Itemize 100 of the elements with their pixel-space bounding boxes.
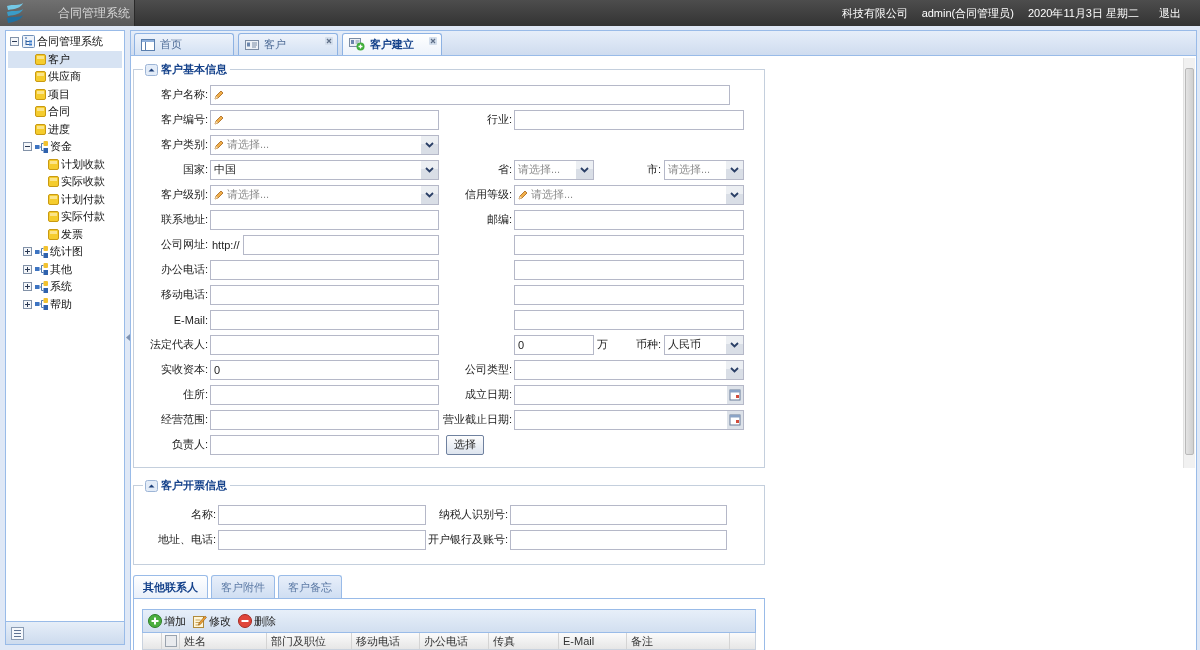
column-header[interactable]: 部门及职位 <box>267 633 352 649</box>
tree-item[interactable]: 合同管理系统 <box>8 33 122 51</box>
text-field[interactable] <box>210 309 439 330</box>
field-label: 公司类型: <box>464 362 512 377</box>
text-field[interactable] <box>210 334 439 355</box>
text-field[interactable] <box>210 84 730 105</box>
tree-item[interactable]: 其他 <box>8 260 122 278</box>
section-title: 客户基本信息 <box>161 62 227 77</box>
text-field[interactable] <box>210 434 439 455</box>
tree-item[interactable]: 帮助 <box>8 295 122 313</box>
logout-link[interactable]: 退出 <box>1159 5 1181 21</box>
scrollbar-thumb[interactable] <box>1185 68 1194 455</box>
field-label: 地址、电话: <box>157 532 216 547</box>
edit-button[interactable]: 修改 <box>193 613 231 629</box>
plus-box-icon[interactable] <box>23 247 32 257</box>
collapse-icon[interactable] <box>145 63 158 76</box>
select-field[interactable]: 请选择... <box>210 134 439 155</box>
field-label: 市: <box>646 162 661 177</box>
list-icon[interactable] <box>11 626 24 640</box>
date-field[interactable] <box>514 384 744 405</box>
text-field[interactable] <box>210 409 439 430</box>
field-label: 行业: <box>486 112 512 127</box>
close-icon[interactable] <box>429 37 437 45</box>
tree-item[interactable]: 资金 <box>8 138 122 156</box>
tree-item[interactable]: 计划付款 <box>8 190 122 208</box>
text-field[interactable] <box>514 309 744 330</box>
select-field[interactable]: 请选择... <box>664 159 744 180</box>
tab[interactable]: 客户附件 <box>211 575 275 598</box>
field-label: 开户银行及账号: <box>427 532 508 547</box>
close-icon[interactable] <box>325 37 333 45</box>
tree-item[interactable]: 实际收款 <box>8 173 122 191</box>
minus-box-icon[interactable] <box>10 37 19 47</box>
text-field[interactable] <box>210 209 439 230</box>
text-field[interactable] <box>514 234 744 255</box>
column-header[interactable]: 办公电话 <box>420 633 489 649</box>
tab[interactable]: 其他联系人 <box>133 575 208 598</box>
text-field[interactable] <box>218 504 426 525</box>
field-label: 国家: <box>182 162 208 177</box>
select-field[interactable] <box>514 359 744 380</box>
company-name: 科技有限公司 <box>841 5 908 21</box>
text-field[interactable] <box>210 384 439 405</box>
tab[interactable]: 客户备忘 <box>278 575 342 598</box>
tree-item[interactable]: 客户 <box>8 50 122 68</box>
select-field[interactable]: 中国 <box>210 159 439 180</box>
pencil-icon <box>214 114 224 125</box>
column-header[interactable]: E-Mail <box>559 633 627 649</box>
tree-item[interactable]: 发票 <box>8 225 122 243</box>
card-plus-icon <box>349 38 365 51</box>
window-icon <box>141 38 155 51</box>
column-header[interactable]: 传真 <box>489 633 559 649</box>
plus-box-icon[interactable] <box>23 264 32 274</box>
checkbox[interactable] <box>165 635 177 647</box>
square-icon <box>48 228 59 240</box>
choose-button[interactable]: 选择 <box>446 434 484 455</box>
select-field[interactable]: 请选择... <box>514 184 744 205</box>
field-label: 联系地址: <box>160 212 208 227</box>
text-field[interactable]: 0 <box>210 359 439 380</box>
text-field[interactable] <box>210 284 439 305</box>
tab[interactable]: 首页 <box>134 33 234 55</box>
text-field[interactable] <box>514 209 744 230</box>
tree-item[interactable]: 供应商 <box>8 68 122 86</box>
tree-item[interactable]: 项目 <box>8 85 122 103</box>
text-field[interactable] <box>510 504 727 525</box>
scrollbar-track[interactable] <box>1183 58 1195 468</box>
tab[interactable]: 客户建立 <box>342 33 442 55</box>
text-field[interactable] <box>242 234 439 255</box>
text-field[interactable] <box>210 109 439 130</box>
plus-box-icon[interactable] <box>23 282 32 292</box>
text-field[interactable] <box>218 529 426 550</box>
select-field[interactable]: 请选择... <box>514 159 594 180</box>
tree-item[interactable]: 合同 <box>8 103 122 121</box>
text-field[interactable] <box>514 284 744 305</box>
select-field[interactable]: 人民币 <box>664 334 744 355</box>
left-arrow-icon[interactable] <box>125 334 130 341</box>
delete-button[interactable]: 删除 <box>238 613 276 629</box>
text-field[interactable] <box>510 529 727 550</box>
add-button[interactable]: 增加 <box>148 613 186 629</box>
tree-item[interactable]: 统计图 <box>8 243 122 261</box>
field-label: 纳税人识别号: <box>438 507 508 522</box>
plus-box-icon[interactable] <box>23 299 32 309</box>
text-field[interactable]: 0 <box>514 334 594 355</box>
collapse-icon[interactable] <box>145 479 158 492</box>
calendar-icon[interactable] <box>727 385 743 404</box>
select-field[interactable]: 请选择... <box>210 184 439 205</box>
tree-item[interactable]: 系统 <box>8 278 122 296</box>
minus-circle-icon <box>238 614 252 628</box>
column-header[interactable]: 移动电话 <box>352 633 420 649</box>
text-field[interactable] <box>514 259 744 280</box>
minus-box-icon[interactable] <box>23 142 32 152</box>
tab[interactable]: 客户 <box>238 33 338 55</box>
text-field[interactable] <box>514 109 744 130</box>
text-field[interactable] <box>210 259 439 280</box>
tree-item[interactable]: 计划收款 <box>8 155 122 173</box>
unit-label: 万 <box>597 337 608 352</box>
tree-item[interactable]: 进度 <box>8 120 122 138</box>
calendar-icon[interactable] <box>727 410 743 429</box>
column-header[interactable]: 姓名 <box>180 633 267 649</box>
tree-item[interactable]: 实际付款 <box>8 208 122 226</box>
column-header[interactable]: 备注 <box>627 633 730 649</box>
date-field[interactable] <box>514 409 744 430</box>
